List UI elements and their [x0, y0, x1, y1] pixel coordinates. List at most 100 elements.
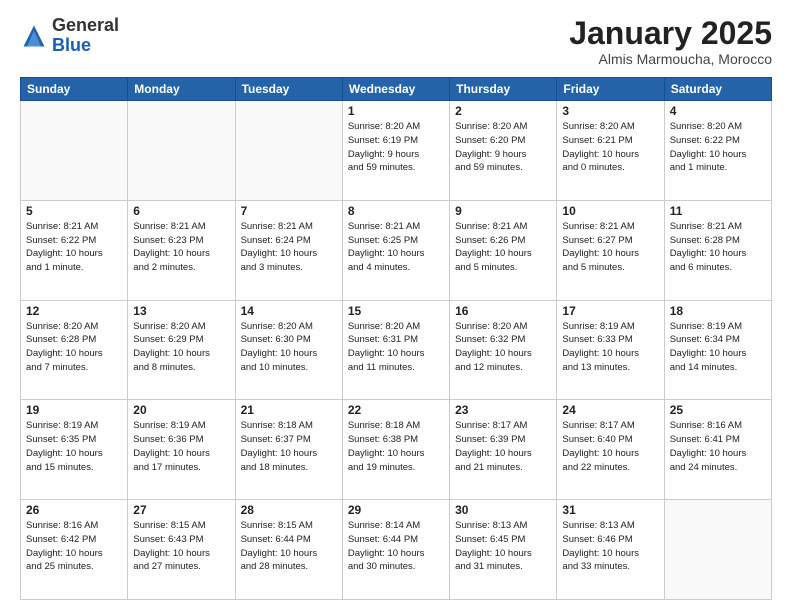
day-number: 11	[670, 204, 766, 218]
logo-icon	[20, 22, 48, 50]
day-number: 27	[133, 503, 229, 517]
day-number: 26	[26, 503, 122, 517]
day-cell: 24Sunrise: 8:17 AM Sunset: 6:40 PM Dayli…	[557, 400, 664, 500]
day-number: 25	[670, 403, 766, 417]
day-number: 7	[241, 204, 337, 218]
day-info: Sunrise: 8:21 AM Sunset: 6:23 PM Dayligh…	[133, 220, 229, 275]
day-cell: 3 Sunrise: 8:20 AM Sunset: 6:21 PM Daylig…	[557, 101, 664, 201]
header: General Blue January 2025 Almis Marmouch…	[20, 16, 772, 67]
day-info: Sunrise: 8:20 AM Sunset: 6:22 PM Dayligh…	[670, 120, 766, 175]
day-cell: 26Sunrise: 8:16 AM Sunset: 6:42 PM Dayli…	[21, 500, 128, 600]
day-info: Sunrise: 8:19 AM Sunset: 6:34 PM Dayligh…	[670, 320, 766, 375]
day-number: 15	[348, 304, 444, 318]
day-info: Sunrise: 8:15 AM Sunset: 6:43 PM Dayligh…	[133, 519, 229, 574]
day-number: 18	[670, 304, 766, 318]
day-cell: 13 Sunrise: 8:20 AM Sunset: 6:29 PM Dayli…	[128, 300, 235, 400]
week-row-3: 12Sunrise: 8:20 AM Sunset: 6:28 PM Dayli…	[21, 300, 772, 400]
calendar: SundayMondayTuesdayWednesdayThursdayFrid…	[20, 77, 772, 600]
day-cell: 15 Sunrise: 8:20 AM Sunset: 6:31 PM Dayli…	[342, 300, 449, 400]
weekday-header-saturday: Saturday	[664, 78, 771, 101]
title-block: January 2025 Almis Marmoucha, Morocco	[569, 16, 772, 67]
day-number: 13	[133, 304, 229, 318]
day-cell	[235, 101, 342, 201]
day-number: 16	[455, 304, 551, 318]
logo-blue: Blue	[52, 35, 91, 55]
day-info: Sunrise: 8:20 AM Sunset: 6:19 PM Dayligh…	[348, 120, 444, 175]
day-info: Sunrise: 8:20 AM Sunset: 6:31 PM Dayligh…	[348, 320, 444, 375]
weekday-header-monday: Monday	[128, 78, 235, 101]
day-info: Sunrise: 8:13 AM Sunset: 6:46 PM Dayligh…	[562, 519, 658, 574]
logo-general: General	[52, 15, 119, 35]
day-cell	[128, 101, 235, 201]
day-info: Sunrise: 8:16 AM Sunset: 6:41 PM Dayligh…	[670, 419, 766, 474]
day-info: Sunrise: 8:18 AM Sunset: 6:38 PM Dayligh…	[348, 419, 444, 474]
day-number: 20	[133, 403, 229, 417]
week-row-4: 19Sunrise: 8:19 AM Sunset: 6:35 PM Dayli…	[21, 400, 772, 500]
day-number: 21	[241, 403, 337, 417]
day-cell: 11Sunrise: 8:21 AM Sunset: 6:28 PM Dayli…	[664, 200, 771, 300]
day-cell: 5 Sunrise: 8:21 AM Sunset: 6:22 PM Daylig…	[21, 200, 128, 300]
week-row-2: 5 Sunrise: 8:21 AM Sunset: 6:22 PM Daylig…	[21, 200, 772, 300]
day-number: 23	[455, 403, 551, 417]
day-cell: 12Sunrise: 8:20 AM Sunset: 6:28 PM Dayli…	[21, 300, 128, 400]
day-number: 3	[562, 104, 658, 118]
day-info: Sunrise: 8:13 AM Sunset: 6:45 PM Dayligh…	[455, 519, 551, 574]
day-cell: 21 Sunrise: 8:18 AM Sunset: 6:37 PM Dayli…	[235, 400, 342, 500]
day-cell: 9Sunrise: 8:21 AM Sunset: 6:26 PM Daylig…	[450, 200, 557, 300]
day-cell: 8Sunrise: 8:21 AM Sunset: 6:25 PM Daylig…	[342, 200, 449, 300]
day-cell: 19Sunrise: 8:19 AM Sunset: 6:35 PM Dayli…	[21, 400, 128, 500]
day-cell: 29 Sunrise: 8:14 AM Sunset: 6:44 PM Dayli…	[342, 500, 449, 600]
day-info: Sunrise: 8:14 AM Sunset: 6:44 PM Dayligh…	[348, 519, 444, 574]
day-info: Sunrise: 8:20 AM Sunset: 6:21 PM Dayligh…	[562, 120, 658, 175]
day-info: Sunrise: 8:21 AM Sunset: 6:26 PM Dayligh…	[455, 220, 551, 275]
day-info: Sunrise: 8:20 AM Sunset: 6:29 PM Dayligh…	[133, 320, 229, 375]
day-cell: 18 Sunrise: 8:19 AM Sunset: 6:34 PM Dayli…	[664, 300, 771, 400]
day-number: 14	[241, 304, 337, 318]
day-cell: 30Sunrise: 8:13 AM Sunset: 6:45 PM Dayli…	[450, 500, 557, 600]
day-info: Sunrise: 8:20 AM Sunset: 6:28 PM Dayligh…	[26, 320, 122, 375]
logo-text: General Blue	[52, 16, 119, 56]
weekday-header-thursday: Thursday	[450, 78, 557, 101]
day-info: Sunrise: 8:20 AM Sunset: 6:30 PM Dayligh…	[241, 320, 337, 375]
day-number: 31	[562, 503, 658, 517]
day-cell: 17Sunrise: 8:19 AM Sunset: 6:33 PM Dayli…	[557, 300, 664, 400]
day-cell: 1 Sunrise: 8:20 AM Sunset: 6:19 PM Daylig…	[342, 101, 449, 201]
week-row-1: 1 Sunrise: 8:20 AM Sunset: 6:19 PM Daylig…	[21, 101, 772, 201]
day-cell	[664, 500, 771, 600]
day-cell: 7 Sunrise: 8:21 AM Sunset: 6:24 PM Daylig…	[235, 200, 342, 300]
month-title: January 2025	[569, 16, 772, 51]
day-number: 6	[133, 204, 229, 218]
day-cell: 14 Sunrise: 8:20 AM Sunset: 6:30 PM Dayli…	[235, 300, 342, 400]
day-cell: 16 Sunrise: 8:20 AM Sunset: 6:32 PM Dayli…	[450, 300, 557, 400]
day-cell: 10 Sunrise: 8:21 AM Sunset: 6:27 PM Dayli…	[557, 200, 664, 300]
day-number: 10	[562, 204, 658, 218]
week-row-5: 26Sunrise: 8:16 AM Sunset: 6:42 PM Dayli…	[21, 500, 772, 600]
day-cell: 4 Sunrise: 8:20 AM Sunset: 6:22 PM Daylig…	[664, 101, 771, 201]
day-cell: 22Sunrise: 8:18 AM Sunset: 6:38 PM Dayli…	[342, 400, 449, 500]
day-cell: 31 Sunrise: 8:13 AM Sunset: 6:46 PM Dayli…	[557, 500, 664, 600]
day-info: Sunrise: 8:21 AM Sunset: 6:24 PM Dayligh…	[241, 220, 337, 275]
page: General Blue January 2025 Almis Marmouch…	[0, 0, 792, 612]
day-cell: 28Sunrise: 8:15 AM Sunset: 6:44 PM Dayli…	[235, 500, 342, 600]
day-info: Sunrise: 8:20 AM Sunset: 6:32 PM Dayligh…	[455, 320, 551, 375]
day-number: 1	[348, 104, 444, 118]
day-number: 24	[562, 403, 658, 417]
day-cell: 23 Sunrise: 8:17 AM Sunset: 6:39 PM Dayli…	[450, 400, 557, 500]
day-info: Sunrise: 8:21 AM Sunset: 6:27 PM Dayligh…	[562, 220, 658, 275]
weekday-header-friday: Friday	[557, 78, 664, 101]
day-info: Sunrise: 8:17 AM Sunset: 6:39 PM Dayligh…	[455, 419, 551, 474]
day-cell	[21, 101, 128, 201]
day-number: 2	[455, 104, 551, 118]
day-number: 4	[670, 104, 766, 118]
logo: General Blue	[20, 16, 119, 56]
day-number: 29	[348, 503, 444, 517]
day-number: 8	[348, 204, 444, 218]
day-cell: 2Sunrise: 8:20 AM Sunset: 6:20 PM Daylig…	[450, 101, 557, 201]
day-info: Sunrise: 8:19 AM Sunset: 6:36 PM Dayligh…	[133, 419, 229, 474]
day-info: Sunrise: 8:18 AM Sunset: 6:37 PM Dayligh…	[241, 419, 337, 474]
day-number: 5	[26, 204, 122, 218]
day-info: Sunrise: 8:21 AM Sunset: 6:22 PM Dayligh…	[26, 220, 122, 275]
day-cell: 25 Sunrise: 8:16 AM Sunset: 6:41 PM Dayli…	[664, 400, 771, 500]
day-cell: 20 Sunrise: 8:19 AM Sunset: 6:36 PM Dayli…	[128, 400, 235, 500]
weekday-header-row: SundayMondayTuesdayWednesdayThursdayFrid…	[21, 78, 772, 101]
